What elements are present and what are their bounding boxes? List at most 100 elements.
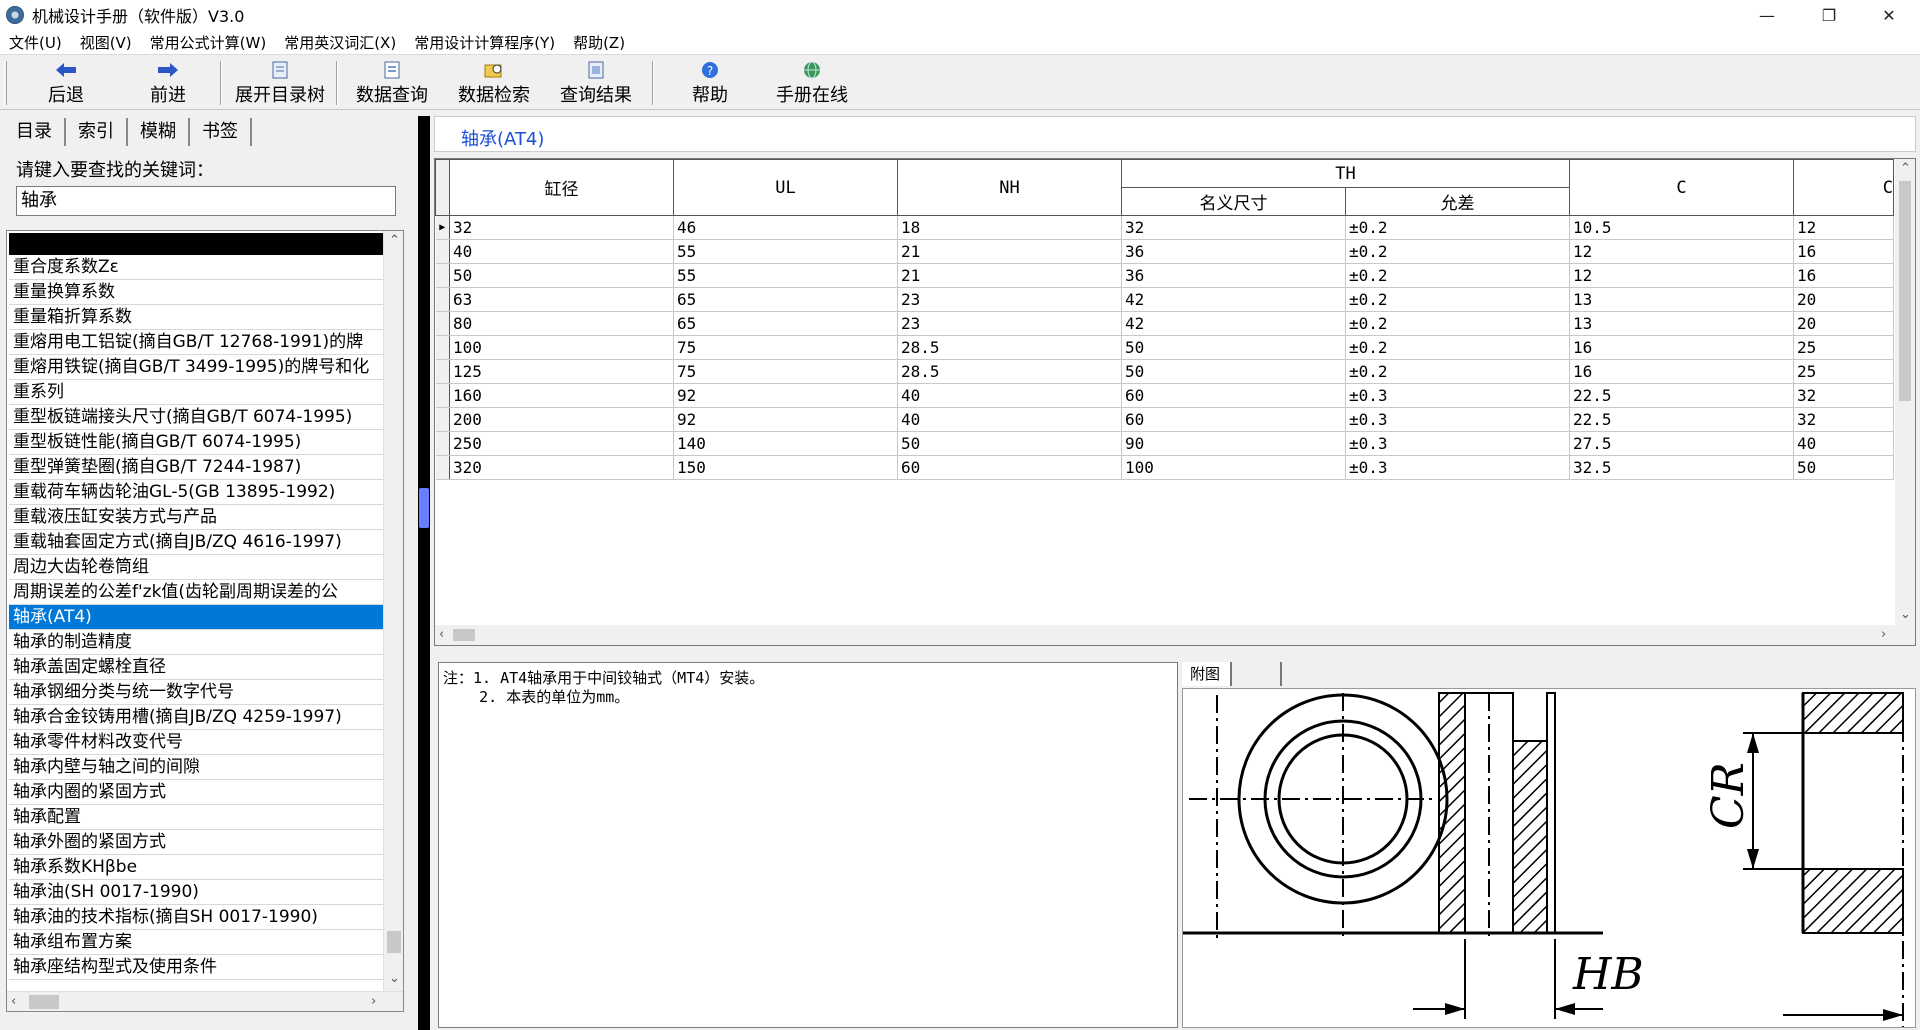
index-list-item[interactable]: 重载荷车辆齿轮油GL-5(GB 13895-1992) (9, 480, 383, 505)
expand-tree-button[interactable]: 展开目录树 (230, 59, 330, 107)
notes-box[interactable]: 注：1. AT4轴承用于中间铰轴式（MT4）安装。 2. 本表的单位为mm。 (438, 662, 1178, 1028)
table-row[interactable]: ▶ 32 46 18 32 ±0.2 10.5 12 (435, 215, 1894, 240)
table-cell[interactable]: 50 (1793, 455, 1894, 480)
keyword-input[interactable]: 轴承 (16, 186, 396, 216)
index-list-item[interactable]: 轴承盖固定螺栓直径 (9, 655, 383, 680)
index-list-item[interactable]: 重熔用电工铝锭(摘自GB/T 12768-1991)的牌 (9, 330, 383, 355)
table-cell[interactable]: 320 (449, 455, 674, 480)
menu-glossary[interactable]: 常用英汉词汇(X) (275, 32, 405, 53)
table-cell[interactable]: 65 (673, 287, 898, 312)
table-row[interactable]: 80 65 23 42 ±0.2 13 20 (435, 311, 1894, 336)
table-row[interactable]: 50 55 21 36 ±0.2 12 16 (435, 263, 1894, 288)
index-list-item[interactable]: 轴承系数KHβbe (9, 855, 383, 880)
table-cell[interactable]: ±0.3 (1345, 407, 1570, 432)
index-list-item[interactable]: 重量箱折算系数 (9, 305, 383, 330)
menu-view[interactable]: 视图(V) (71, 32, 141, 53)
index-list-item[interactable]: 重载液压缸安装方式与产品 (9, 505, 383, 530)
index-list-item[interactable]: 轴承油的技术指标(摘自SH 0017-1990) (9, 905, 383, 930)
table-cell[interactable]: 40 (897, 383, 1122, 408)
back-button[interactable]: 后退 (44, 59, 88, 107)
close-button[interactable]: ✕ (1866, 0, 1912, 30)
forward-button[interactable]: 前进 (146, 59, 190, 107)
index-list-item[interactable]: 重载轴套固定方式(摘自JB/ZQ 4616-1997) (9, 530, 383, 555)
table-cell[interactable]: 100 (1121, 455, 1346, 480)
menu-formulas[interactable]: 常用公式计算(W) (141, 32, 276, 53)
table-cell[interactable]: 80 (449, 311, 674, 336)
table-cell[interactable]: 23 (897, 311, 1122, 336)
row-header[interactable] (435, 263, 450, 288)
table-cell[interactable]: 32 (1121, 215, 1346, 240)
list-hscroll-thumb[interactable] (29, 995, 59, 1009)
table-row[interactable]: 320 150 60 100 ±0.3 32.5 50 (435, 455, 1894, 480)
table-cell[interactable]: 40 (449, 239, 674, 264)
index-list-item[interactable]: 轴承(AT4) (9, 605, 383, 630)
table-cell[interactable]: 16 (1793, 239, 1894, 264)
index-list-item[interactable]: 轴承配置 (9, 805, 383, 830)
index-list-item[interactable]: 周期误差的公差f'zk值(齿轮副周期误差的公 (9, 580, 383, 605)
list-horizontal-scrollbar[interactable]: ‹ › (7, 991, 403, 1011)
table-cell[interactable]: 27.5 (1569, 431, 1794, 456)
table-cell[interactable]: 50 (1121, 335, 1346, 360)
table-row[interactable]: 160 92 40 60 ±0.3 22.5 32 (435, 383, 1894, 408)
table-cell[interactable]: 16 (1793, 263, 1894, 288)
table-cell[interactable]: 50 (897, 431, 1122, 456)
col-th-nominal[interactable]: 名义尺寸 (1121, 187, 1346, 216)
index-list-item[interactable]: 轴承外圈的紧固方式 (9, 830, 383, 855)
table-cell[interactable]: 140 (673, 431, 898, 456)
grid-horizontal-scrollbar[interactable]: ‹ › (435, 625, 1915, 645)
table-cell[interactable]: 32 (1793, 383, 1894, 408)
grid-vertical-scrollbar[interactable]: ⌃ ⌄ (1895, 159, 1915, 625)
help-button[interactable]: ? 帮助 (688, 59, 732, 107)
table-cell[interactable]: 100 (449, 335, 674, 360)
restore-button[interactable]: ❐ (1806, 0, 1852, 30)
table-cell[interactable]: 63 (449, 287, 674, 312)
index-list-item[interactable]: 轴承钢细分类与统一数字代号 (9, 680, 383, 705)
data-grid[interactable]: 缸径 UL NH TH C C 名义尺寸 允差 ▶ 32 46 18 32 ±0.2 10.… (434, 158, 1916, 646)
row-header[interactable] (435, 359, 450, 384)
table-cell[interactable]: 46 (673, 215, 898, 240)
index-list-item[interactable]: 轴承油(SH 0017-1990) (9, 880, 383, 905)
table-cell[interactable]: 160 (449, 383, 674, 408)
table-cell[interactable]: 92 (673, 407, 898, 432)
table-cell[interactable]: ±0.2 (1345, 263, 1570, 288)
table-cell[interactable]: 32 (1793, 407, 1894, 432)
list-scroll-thumb[interactable] (387, 931, 401, 953)
table-cell[interactable]: 36 (1121, 263, 1346, 288)
col-bore[interactable]: 缸径 (449, 159, 674, 216)
table-cell[interactable]: 42 (1121, 311, 1346, 336)
tab-figure[interactable]: 附图 (1182, 662, 1232, 686)
index-list-item[interactable]: 轴承内壁与轴之间的间隙 (9, 755, 383, 780)
table-cell[interactable]: 36 (1121, 239, 1346, 264)
table-cell[interactable]: 75 (673, 335, 898, 360)
scroll-left-icon[interactable]: ‹ (11, 994, 16, 1009)
index-list-item[interactable]: 周边大齿轮卷筒组 (9, 555, 383, 580)
index-list[interactable]: 重合度系数Zε 重量换算系数 重量箱折算系数 重熔用电工铝锭(摘自GB/T 12768… (6, 230, 404, 1012)
row-header[interactable] (435, 335, 450, 360)
table-cell[interactable]: 200 (449, 407, 674, 432)
table-cell[interactable]: ±0.2 (1345, 311, 1570, 336)
table-cell[interactable]: 65 (673, 311, 898, 336)
table-cell[interactable]: 21 (897, 263, 1122, 288)
index-list-item[interactable]: 轴承组布置方案 (9, 930, 383, 955)
table-cell[interactable]: 23 (897, 287, 1122, 312)
index-list-item[interactable]: 轴承合金铰铸用槽(摘自JB/ZQ 4259-1997) (9, 705, 383, 730)
table-cell[interactable]: 92 (673, 383, 898, 408)
table-cell[interactable]: 60 (897, 455, 1122, 480)
row-header[interactable]: ▶ (435, 215, 450, 240)
col-ul[interactable]: UL (673, 159, 898, 216)
grid-scroll-right-icon[interactable]: › (1881, 627, 1886, 642)
table-cell[interactable]: 60 (1121, 383, 1346, 408)
table-cell[interactable]: 13 (1569, 287, 1794, 312)
grid-scroll-left-icon[interactable]: ‹ (439, 627, 444, 642)
table-cell[interactable]: ±0.2 (1345, 335, 1570, 360)
row-header[interactable] (435, 311, 450, 336)
table-cell[interactable]: 25 (1793, 335, 1894, 360)
table-cell[interactable]: 90 (1121, 431, 1346, 456)
table-cell[interactable]: 32 (449, 215, 674, 240)
table-cell[interactable]: 40 (1793, 431, 1894, 456)
tab-contents[interactable]: 目录 (4, 118, 66, 146)
table-cell[interactable]: 250 (449, 431, 674, 456)
col-th[interactable]: TH (1121, 159, 1570, 188)
row-header[interactable] (435, 383, 450, 408)
table-cell[interactable]: ±0.2 (1345, 215, 1570, 240)
